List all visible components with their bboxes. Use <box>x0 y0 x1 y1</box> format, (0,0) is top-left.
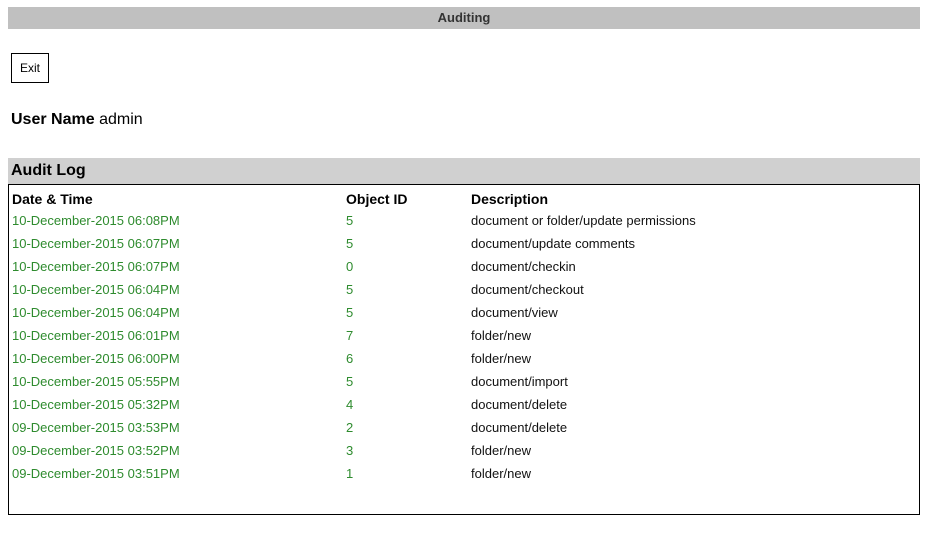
row-object-id: 4 <box>346 397 354 412</box>
column-header-description: Description <box>471 191 549 207</box>
table-row: 10-December-2015 05:32PM 4 document/delete <box>9 393 919 416</box>
column-header-datetime: Date & Time <box>12 191 93 207</box>
row-description: folder/new <box>471 351 531 366</box>
row-datetime: 10-December-2015 06:04PM <box>12 282 180 297</box>
row-description: document/view <box>471 305 558 320</box>
row-datetime: 10-December-2015 05:55PM <box>12 374 180 389</box>
row-object-id: 7 <box>346 328 354 343</box>
row-description: folder/new <box>471 443 531 458</box>
table-row: 10-December-2015 06:00PM 6 folder/new <box>9 347 919 370</box>
table-row: 09-December-2015 03:53PM 2 document/delete <box>9 416 919 439</box>
row-object-id: 1 <box>346 466 354 481</box>
row-object-id: 5 <box>346 305 354 320</box>
row-description: document/update comments <box>471 236 636 251</box>
page-title: Auditing <box>8 7 920 29</box>
table-row: 10-December-2015 06:07PM 0 document/checki… <box>9 255 919 278</box>
table-row: 10-December-2015 06:08PM 5 document or fol… <box>9 209 919 232</box>
row-datetime: 10-December-2015 05:32PM <box>12 397 180 412</box>
row-object-id: 2 <box>346 420 354 435</box>
column-header-object-id: Object ID <box>346 191 408 207</box>
row-description: document/checkout <box>471 282 584 297</box>
row-datetime: 10-December-2015 06:07PM <box>12 236 180 251</box>
row-datetime: 10-December-2015 06:04PM <box>12 305 180 320</box>
row-description: document/delete <box>471 420 568 435</box>
row-description: document/checkin <box>471 259 576 274</box>
row-object-id: 5 <box>346 374 354 389</box>
row-datetime: 10-December-2015 06:01PM <box>12 328 180 343</box>
row-description: document/delete <box>471 397 568 412</box>
row-datetime: 10-December-2015 06:00PM <box>12 351 180 366</box>
audit-log-title: Audit Log <box>8 158 920 184</box>
table-row: 10-December-2015 06:07PM 5 document/update… <box>9 232 919 255</box>
row-object-id: 3 <box>346 443 354 458</box>
row-datetime: 10-December-2015 06:08PM <box>12 213 180 228</box>
row-object-id: 0 <box>346 259 354 274</box>
row-datetime: 09-December-2015 03:53PM <box>12 420 180 435</box>
row-datetime: 09-December-2015 03:52PM <box>12 443 180 458</box>
user-name-label: User Name <box>11 111 95 128</box>
row-object-id: 6 <box>346 351 354 366</box>
row-description: folder/new <box>471 328 531 343</box>
table-row: 10-December-2015 06:04PM 5 document/view <box>9 301 919 324</box>
row-object-id: 5 <box>346 213 354 228</box>
row-description: folder/new <box>471 466 531 481</box>
table-row: 10-December-2015 05:55PM 5 document/import <box>9 370 919 393</box>
user-name-value: admin <box>99 111 143 128</box>
table-row: 09-December-2015 03:51PM 1 folder/new <box>9 462 919 485</box>
exit-button[interactable]: Exit <box>11 53 49 83</box>
audit-log-table: Date & Time Object ID Description 10-Dec… <box>8 184 920 515</box>
row-description: document/import <box>471 374 568 389</box>
row-object-id: 5 <box>346 282 354 297</box>
table-row: 09-December-2015 03:52PM 3 folder/new <box>9 439 919 462</box>
row-datetime: 09-December-2015 03:51PM <box>12 466 180 481</box>
row-description: document or folder/update permissions <box>471 213 696 228</box>
row-object-id: 5 <box>346 236 354 251</box>
row-datetime: 10-December-2015 06:07PM <box>12 259 180 274</box>
user-info: User Name admin <box>11 110 143 130</box>
table-row: 10-December-2015 06:04PM 5 document/checko… <box>9 278 919 301</box>
table-row: 10-December-2015 06:01PM 7 folder/new <box>9 324 919 347</box>
